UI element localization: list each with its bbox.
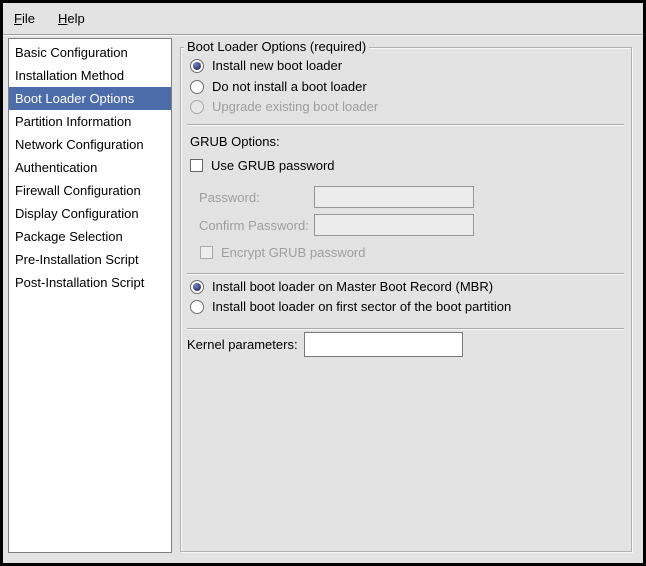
sidebar-item-post-installation-script[interactable]: Post-Installation Script [9, 271, 171, 294]
frame-title: Boot Loader Options (required) [184, 39, 369, 54]
sidebar-item-boot-loader-options[interactable]: Boot Loader Options [9, 87, 171, 110]
menubar: File Help [3, 3, 643, 32]
separator-2 [187, 273, 624, 274]
confirm-password-field [314, 214, 474, 236]
password-label: Password: [199, 190, 260, 205]
radio-install-first-sector-label: Install boot loader on first sector of t… [212, 299, 511, 314]
sidebar-item-authentication[interactable]: Authentication [9, 156, 171, 179]
radio-row-upgrade-existing: Upgrade existing boot loader [190, 99, 378, 114]
sidebar-item-partition-information[interactable]: Partition Information [9, 110, 171, 133]
menu-file[interactable]: File [9, 9, 40, 28]
sidebar-item-basic-configuration[interactable]: Basic Configuration [9, 41, 171, 64]
sidebar-item-package-selection[interactable]: Package Selection [9, 225, 171, 248]
category-list: Basic Configuration Installation Method … [8, 38, 172, 553]
radio-install-new-label: Install new boot loader [212, 58, 342, 73]
radio-do-not-install-icon [190, 80, 204, 94]
password-field [314, 186, 474, 208]
kernel-parameters-field[interactable] [304, 332, 463, 357]
checkbox-encrypt-grub-password-icon [200, 246, 213, 259]
radio-install-mbr-icon [190, 280, 204, 294]
radio-upgrade-existing-label: Upgrade existing boot loader [212, 99, 378, 114]
radio-row-do-not-install[interactable]: Do not install a boot loader [190, 79, 367, 94]
separator-1 [187, 124, 624, 125]
checkbox-use-grub-password-icon [190, 159, 203, 172]
radio-upgrade-existing-icon [190, 100, 204, 114]
checkbox-row-encrypt-grub-password: Encrypt GRUB password [200, 245, 366, 260]
kickstart-configurator-window: File Help Basic Configuration Installati… [0, 0, 646, 566]
sidebar-item-firewall-configuration[interactable]: Firewall Configuration [9, 179, 171, 202]
radio-row-install-first-sector[interactable]: Install boot loader on first sector of t… [190, 299, 511, 314]
checkbox-encrypt-grub-password-label: Encrypt GRUB password [221, 245, 366, 260]
radio-row-install-mbr[interactable]: Install boot loader on Master Boot Recor… [190, 279, 493, 294]
radio-do-not-install-label: Do not install a boot loader [212, 79, 367, 94]
grub-options-heading: GRUB Options: [190, 134, 280, 149]
radio-install-mbr-label: Install boot loader on Master Boot Recor… [212, 279, 493, 294]
separator-3 [187, 328, 624, 329]
menubar-separator [3, 34, 643, 35]
menu-help[interactable]: Help [53, 9, 90, 28]
sidebar-item-display-configuration[interactable]: Display Configuration [9, 202, 171, 225]
sidebar-item-installation-method[interactable]: Installation Method [9, 64, 171, 87]
checkbox-row-use-grub-password[interactable]: Use GRUB password [190, 158, 335, 173]
radio-row-install-new[interactable]: Install new boot loader [190, 58, 342, 73]
radio-install-first-sector-icon [190, 300, 204, 314]
confirm-password-label: Confirm Password: [199, 218, 309, 233]
boot-loader-options-frame: Boot Loader Options (required) Install n… [180, 47, 632, 552]
sidebar-item-network-configuration[interactable]: Network Configuration [9, 133, 171, 156]
kernel-parameters-label: Kernel parameters: [187, 337, 298, 352]
sidebar-item-pre-installation-script[interactable]: Pre-Installation Script [9, 248, 171, 271]
radio-install-new-icon [190, 59, 204, 73]
checkbox-use-grub-password-label: Use GRUB password [211, 158, 335, 173]
